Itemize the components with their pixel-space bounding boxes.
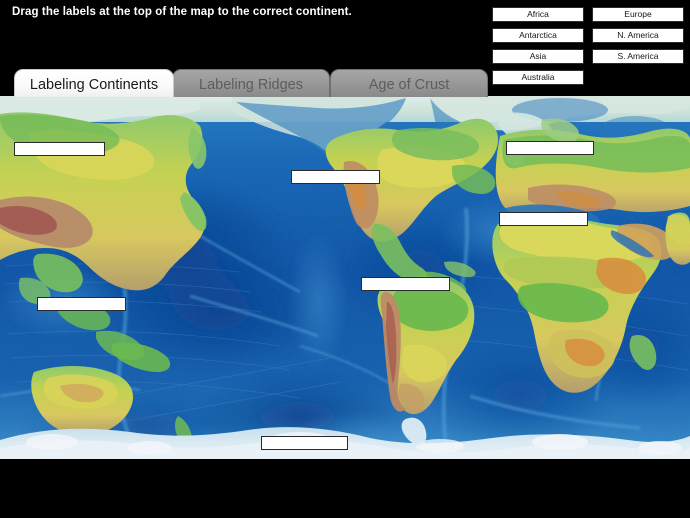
tab-labeling-ridges[interactable]: Labeling Ridges bbox=[172, 69, 330, 97]
bank-label-europe[interactable]: Europe bbox=[592, 7, 684, 22]
drop-s-america[interactable] bbox=[361, 277, 450, 291]
tab-strip: Labeling Continents Labeling Ridges Age of… bbox=[0, 69, 690, 97]
drop-europe[interactable] bbox=[506, 141, 594, 155]
bank-label-s-america[interactable]: S. America bbox=[592, 49, 684, 64]
tab-age-of-crust[interactable]: Age of Crust bbox=[330, 69, 488, 97]
instruction-text: Drag the labels at the top of the map to… bbox=[12, 6, 352, 18]
bank-label-asia[interactable]: Asia bbox=[492, 49, 584, 64]
drop-asia[interactable] bbox=[14, 142, 105, 156]
bank-label-antarctica[interactable]: Antarctica bbox=[492, 28, 584, 43]
drop-australia[interactable] bbox=[37, 297, 126, 311]
tab-labeling-continents[interactable]: Labeling Continents bbox=[14, 69, 174, 97]
drop-antarctica[interactable] bbox=[261, 436, 348, 450]
bank-label-n-america[interactable]: N. America bbox=[592, 28, 684, 43]
drop-n-america[interactable] bbox=[291, 170, 380, 184]
bank-label-africa[interactable]: Africa bbox=[492, 7, 584, 22]
activity-window: Drag the labels at the top of the map to… bbox=[0, 0, 690, 518]
world-map[interactable] bbox=[0, 96, 690, 459]
drop-africa[interactable] bbox=[499, 212, 588, 226]
